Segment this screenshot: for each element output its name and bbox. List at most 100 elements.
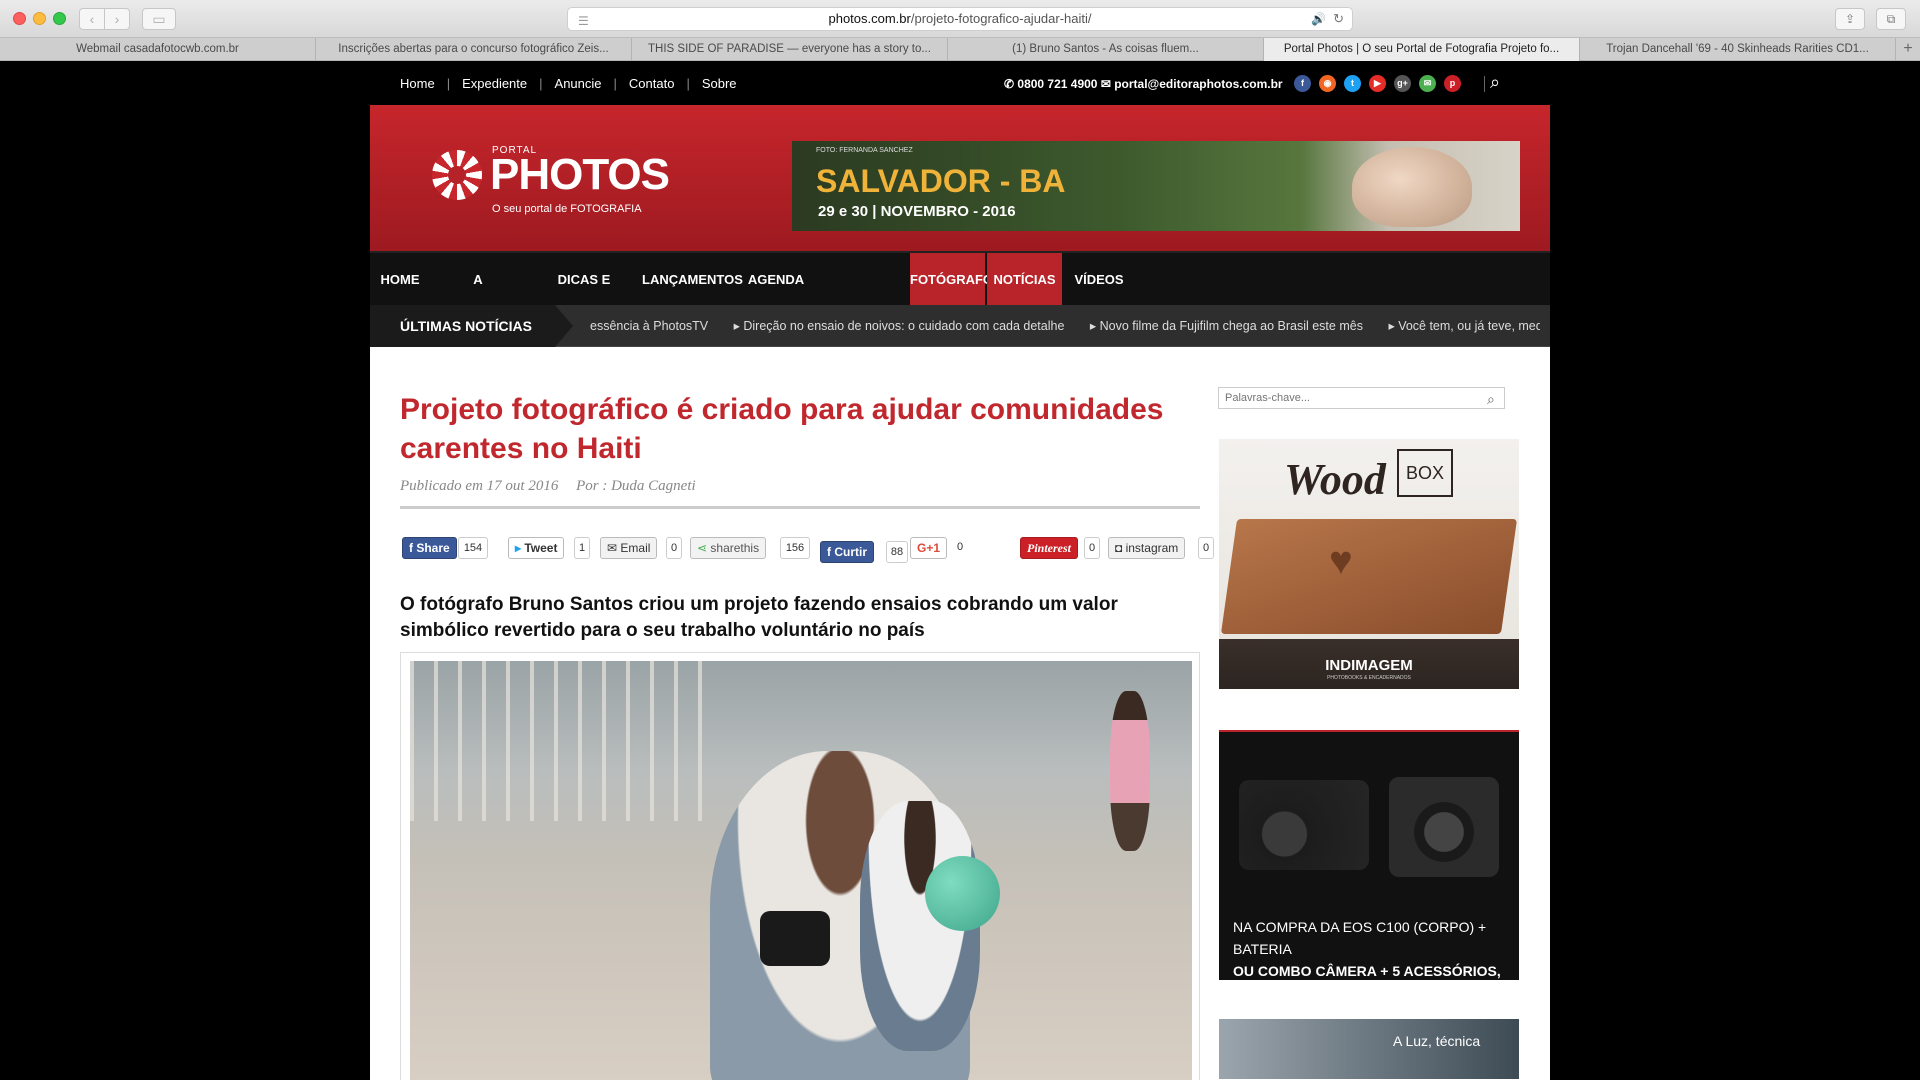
contact-info: ✆ 0800 721 4900 ✉ portal@editoraphotos.c… xyxy=(1004,62,1283,105)
top-link-contato[interactable]: Contato xyxy=(629,76,675,91)
top-link-anuncie[interactable]: Anuncie xyxy=(555,76,602,91)
sharethis-button[interactable]: ⋖ sharethis xyxy=(690,537,767,559)
canon-ad-line2: OU COMBO CÂMERA + 5 ACESSÓRIOS, xyxy=(1233,963,1501,979)
sharethis-label: sharethis xyxy=(710,541,760,555)
facebook-icon[interactable]: f xyxy=(1294,75,1311,92)
sharethis-count: 156 xyxy=(780,537,810,559)
nav-item-fotografos[interactable]: FOTÓGRAFOS xyxy=(910,253,1002,307)
logo-tagline: O seu portal de FOTOGRAFIA xyxy=(492,203,642,215)
divider: | xyxy=(446,76,451,91)
article-meta: Publicado em 17 out 2016 Por : Duda Cagn… xyxy=(400,478,710,495)
banner-city: SALVADOR - BA xyxy=(816,163,1066,199)
show-tabs-button[interactable]: ⧉ xyxy=(1876,8,1906,30)
browser-titlebar: ‹ › ▭ ☰ photos.com.br/projeto-fotografic… xyxy=(0,0,1920,38)
nav-item-noticias[interactable]: NOTÍCIAS xyxy=(987,253,1062,307)
zoom-window-button[interactable] xyxy=(53,12,66,25)
banner-baby-image xyxy=(1352,147,1472,227)
social-links: f ◉ t ▶ g+ ✉ p xyxy=(1294,75,1461,92)
chevron-left-icon: ‹ xyxy=(89,11,95,27)
facebook-like-button[interactable]: f Curtir xyxy=(820,541,875,563)
instagram-button[interactable]: ◘ instagram xyxy=(1108,537,1186,559)
facebook-share-count: 154 xyxy=(458,537,488,559)
ticker-arrow xyxy=(555,305,573,347)
google-plus-count: 0 xyxy=(952,537,968,559)
book-ad-text: A Luz, técnica xyxy=(1393,1033,1481,1049)
divider xyxy=(400,506,1200,509)
instagram-label: instagram xyxy=(1125,541,1179,555)
email-icon: ✉ xyxy=(1097,76,1115,91)
divider: | xyxy=(686,76,690,91)
ticker-item[interactable]: Direção no ensaio de noivos: o cuidado c… xyxy=(743,319,1064,333)
top-link-expediente[interactable]: Expediente xyxy=(462,76,527,91)
search-icon[interactable]: ⌕ xyxy=(1490,72,1500,93)
web-page: Home | Expediente | Anuncie | Contato | Sobr… xyxy=(370,62,1550,1080)
chevron-right-icon: › xyxy=(114,11,120,27)
caret-right-icon: ▸ xyxy=(1089,319,1100,333)
minimize-window-button[interactable] xyxy=(33,12,46,25)
facebook-share-button[interactable]: f Share xyxy=(402,537,457,559)
caret-right-icon: ▸ xyxy=(733,319,744,333)
nav-item-dicas-e-tutoriais[interactable]: DICAS E TUTORIAIS xyxy=(526,253,642,341)
pinterest-button[interactable]: Pinterest xyxy=(1020,537,1078,559)
sidebar-search-input[interactable] xyxy=(1218,387,1505,409)
top-bar: Home | Expediente | Anuncie | Contato | Sobr… xyxy=(370,62,1550,105)
camera-image xyxy=(1239,780,1369,870)
ticker-item[interactable]: Você tem, ou já teve, med xyxy=(1398,319,1540,333)
top-link-home[interactable]: Home xyxy=(400,76,435,91)
google-plus-button[interactable]: G+1 xyxy=(910,537,948,559)
banner-credit: FOTO: FERNANDA SANCHEZ xyxy=(816,147,913,154)
browser-tab[interactable]: Webmail casadafotocwb.com.br xyxy=(0,38,316,61)
back-button[interactable]: ‹ xyxy=(79,8,105,30)
ticker-item[interactable]: Novo filme da Fujifilm chega ao Brasil e… xyxy=(1100,319,1363,333)
twitter-icon: ▸ xyxy=(515,541,525,555)
instagram-count: 0 xyxy=(1198,537,1214,559)
browser-tab[interactable]: (1) Bruno Santos - As coisas fluem... xyxy=(948,38,1264,61)
ticker-item[interactable]: essência à PhotosTV xyxy=(590,319,708,333)
nav-item-home[interactable]: HOME xyxy=(370,253,430,307)
reader-list-icon[interactable]: ☰ xyxy=(578,10,589,32)
rss-icon[interactable]: ◉ xyxy=(1319,75,1336,92)
new-tab-button[interactable]: + xyxy=(1896,38,1920,61)
browser-tab-active[interactable]: Portal Photos | O seu Portal de Fotograf… xyxy=(1264,38,1580,61)
browser-tab[interactable]: Trojan Dancehall '69 - 40 Skinheads Rari… xyxy=(1580,38,1896,61)
ad-maker: INDIMAGEM xyxy=(1325,657,1413,674)
nav-item-agenda[interactable]: AGENDA xyxy=(742,253,810,307)
book-ad[interactable]: A Luz, técnica xyxy=(1219,1019,1519,1079)
tweet-button[interactable]: ▸ Tweet xyxy=(508,537,565,559)
share-button[interactable]: ⇪ xyxy=(1835,8,1865,30)
search-icon[interactable]: ⌕ xyxy=(1487,391,1495,408)
top-link-sobre[interactable]: Sobre xyxy=(702,76,737,91)
close-window-button[interactable] xyxy=(13,12,26,25)
facebook-like-label: Curtir xyxy=(834,545,868,559)
header-banner-ad[interactable]: FOTO: FERNANDA SANCHEZ SALVADOR - BA 29 … xyxy=(792,141,1520,231)
sidebar-toggle-button[interactable]: ▭ xyxy=(142,8,176,30)
contact-email[interactable]: portal@editoraphotos.com.br xyxy=(1114,77,1282,91)
news-ticker: ÚLTIMAS NOTÍCIAS essência à PhotosTV ▸ D… xyxy=(370,305,1550,347)
facebook-share-label: Share xyxy=(416,541,450,555)
browser-tab[interactable]: Inscrições abertas para o concurso fotog… xyxy=(316,38,632,61)
pinterest-count: 0 xyxy=(1084,537,1100,559)
address-bar[interactable]: ☰ photos.com.br/projeto-fotografico-ajud… xyxy=(567,7,1353,31)
twitter-icon[interactable]: t xyxy=(1344,75,1361,92)
nav-item-lancamentos[interactable]: LANÇAMENTOS xyxy=(642,253,743,307)
email-share-count: 0 xyxy=(666,537,682,559)
tweet-count: 1 xyxy=(574,537,590,559)
sharethis-icon: ⋖ xyxy=(697,541,711,555)
reload-icon[interactable]: ↻ xyxy=(1333,8,1344,30)
youtube-icon[interactable]: ▶ xyxy=(1369,75,1386,92)
author[interactable]: Por : Duda Cagneti xyxy=(576,478,696,494)
nav-item-videos[interactable]: VÍDEOS xyxy=(1062,253,1136,307)
email-share-button[interactable]: ✉ Email xyxy=(600,537,658,559)
google-plus-icon[interactable]: g+ xyxy=(1394,75,1411,92)
email-icon[interactable]: ✉ xyxy=(1419,75,1436,92)
envelope-icon: ✉ xyxy=(607,541,621,555)
woodbox-ad[interactable]: Wood BOX ♥ INDIMAGEM PHOTOBOOKS & ENCADE… xyxy=(1219,439,1519,689)
browser-tab[interactable]: THIS SIDE OF PARADISE — everyone has a s… xyxy=(632,38,948,61)
phone-number[interactable]: 0800 721 4900 xyxy=(1017,77,1097,91)
pinterest-icon[interactable]: p xyxy=(1444,75,1461,92)
forward-button[interactable]: › xyxy=(104,8,130,30)
canon-ad[interactable]: NA COMPRA DA EOS C100 (CORPO) + BATERIA … xyxy=(1219,730,1519,980)
nav-item-a-fotografia[interactable]: A FOTOGRAFIA xyxy=(430,253,526,341)
audio-icon[interactable]: 🔊 xyxy=(1311,8,1326,30)
article-photo[interactable] xyxy=(410,661,1192,1080)
